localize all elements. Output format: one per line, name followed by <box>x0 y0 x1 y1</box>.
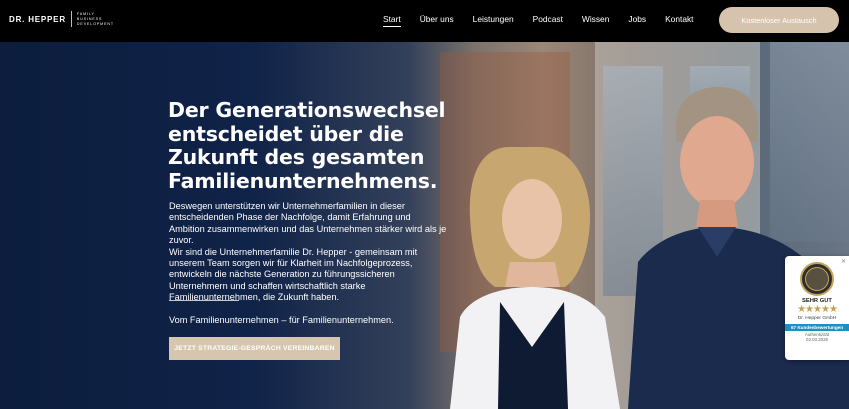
strategy-call-button[interactable]: JETZT STRATEGIE-GESPRÄCH VEREINBAREN <box>169 337 340 360</box>
hero-paragraph-1: Deswegen unterstützen wir Unternehmerfam… <box>169 201 447 246</box>
review-count[interactable]: 67 Kundenbewertungen <box>785 324 849 331</box>
nav-item-start[interactable]: Start <box>383 14 401 27</box>
nav-item-kontakt[interactable]: Kontakt <box>665 14 693 24</box>
main-menu: Start Über uns Leistungen Podcast Wissen… <box>383 14 713 27</box>
seal-inner <box>805 267 829 291</box>
brand-name: DR. HEPPER <box>9 14 66 24</box>
nav-item-ueber-uns[interactable]: Über uns <box>420 14 454 24</box>
badge-company: Dr. Hepper GmbH <box>797 316 837 321</box>
hero-headline: Der Generationswechsel entscheidet über … <box>168 98 446 193</box>
hero-paragraph-2: Wir sind die Unternehmerfamilie Dr. Hepp… <box>169 246 418 303</box>
brand-subtitle: FAMILY BUSINESS DEVELOPMENT <box>76 11 114 26</box>
top-navbar: DR. HEPPER FAMILY BUSINESS DEVELOPMENT S… <box>0 0 849 42</box>
star-rating-icon: ★★★★★ <box>797 304 838 315</box>
hero-section: Der Generationswechsel entscheidet über … <box>0 42 849 409</box>
close-icon[interactable]: ✕ <box>841 258 846 265</box>
nav-item-podcast[interactable]: Podcast <box>533 14 563 24</box>
brand-logo[interactable]: DR. HEPPER FAMILY BUSINESS DEVELOPMENT <box>9 11 114 27</box>
nav-item-wissen[interactable]: Wissen <box>582 14 609 24</box>
logo-divider <box>70 11 72 27</box>
free-exchange-button[interactable]: Kostenloser Austausch <box>719 7 839 33</box>
proven-expert-badge[interactable]: ✕ SEHR GUT ★★★★★ Dr. Hepper GmbH 67 Kund… <box>785 256 849 360</box>
hero-tagline: Vom Familienunternehmen – für Familienun… <box>169 315 394 326</box>
divider-line <box>169 300 239 301</box>
hero-body: Deswegen unterstützen wir Unternehmerfam… <box>169 201 447 326</box>
badge-date: 02.03.2026 <box>806 337 828 342</box>
nav-item-jobs[interactable]: Jobs <box>628 14 646 24</box>
seal-icon <box>800 262 834 296</box>
nav-item-leistungen[interactable]: Leistungen <box>473 14 514 24</box>
